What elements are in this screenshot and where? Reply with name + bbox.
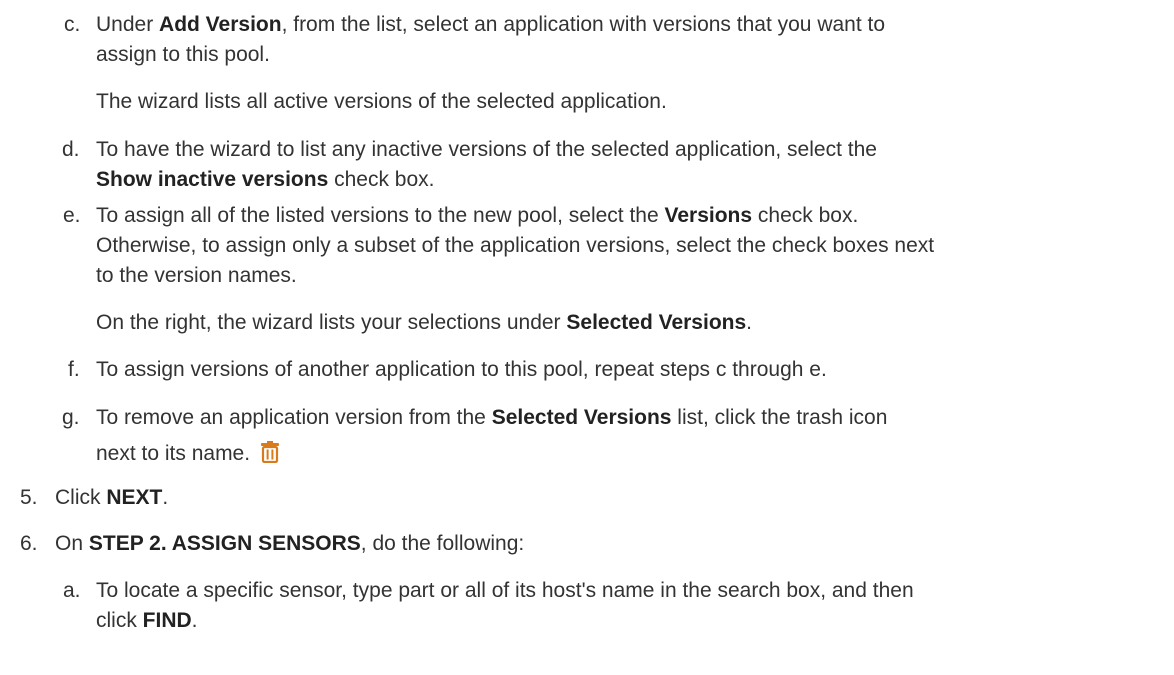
step-6a-marker: a.	[63, 579, 81, 602]
step-5-line: Click NEXT.	[55, 486, 169, 509]
step-d-marker: d.	[62, 138, 80, 161]
step-f: f. To assign versions of another applica…	[0, 355, 1174, 385]
versions-label: Versions	[664, 204, 753, 227]
step-e-marker: e.	[63, 204, 81, 227]
step-6a-line1: To locate a specific sensor, type part o…	[96, 579, 914, 602]
step-g: g. To remove an application version from…	[0, 403, 1174, 473]
step-c-note: The wizard lists all active versions of …	[96, 90, 667, 113]
step-c: c. Under Add Version, from the list, sel…	[0, 10, 1174, 70]
step-c-line2: assign to this pool.	[96, 43, 270, 66]
step-d-line1: To have the wizard to list any inactive …	[96, 138, 877, 161]
step-6: 6. On STEP 2. ASSIGN SENSORS, do the fol…	[0, 529, 1174, 559]
step-e: e. To assign all of the listed versions …	[0, 201, 1174, 291]
next-label: NEXT	[106, 486, 163, 509]
step-5: 5. Click NEXT.	[0, 483, 1174, 513]
step-6-line: On STEP 2. ASSIGN SENSORS, do the follow…	[55, 532, 525, 555]
step-f-marker: f.	[68, 358, 80, 381]
step-g-marker: g.	[62, 406, 80, 429]
step-d: d. To have the wizard to list any inacti…	[0, 135, 1174, 195]
assign-sensors-label: STEP 2. ASSIGN SENSORS	[88, 532, 361, 555]
step-c-marker: c.	[64, 13, 81, 36]
step-5-marker: 5.	[20, 486, 38, 509]
step-e-line3: to the version names.	[96, 264, 297, 287]
selected-versions-list-label: Selected Versions	[491, 406, 672, 429]
step-f-line1: To assign versions of another applicatio…	[96, 358, 827, 381]
step-6a: a. To locate a specific sensor, type par…	[0, 576, 1174, 636]
step-6a-line2: click FIND.	[96, 609, 198, 632]
step-g-line1: To remove an application version from th…	[96, 406, 888, 429]
trash-icon	[260, 441, 280, 472]
step-d-line2: Show inactive versions check box.	[96, 168, 435, 191]
step-g-line2: next to its name.	[96, 439, 887, 472]
show-inactive-versions-label: Show inactive versions	[96, 168, 329, 191]
find-label: FIND	[142, 609, 192, 632]
step-6-marker: 6.	[20, 532, 38, 555]
selected-versions-label: Selected Versions	[566, 311, 747, 334]
add-version-label: Add Version	[159, 13, 282, 36]
document-page: c. Under Add Version, from the list, sel…	[0, 0, 1174, 675]
step-e-line1: To assign all of the listed versions to …	[96, 204, 859, 227]
step-e-line2: Otherwise, to assign only a subset of th…	[96, 234, 935, 257]
step-c-line1: Under Add Version, from the list, select…	[96, 13, 886, 36]
step-e-note: On the right, the wizard lists your sele…	[96, 311, 752, 334]
